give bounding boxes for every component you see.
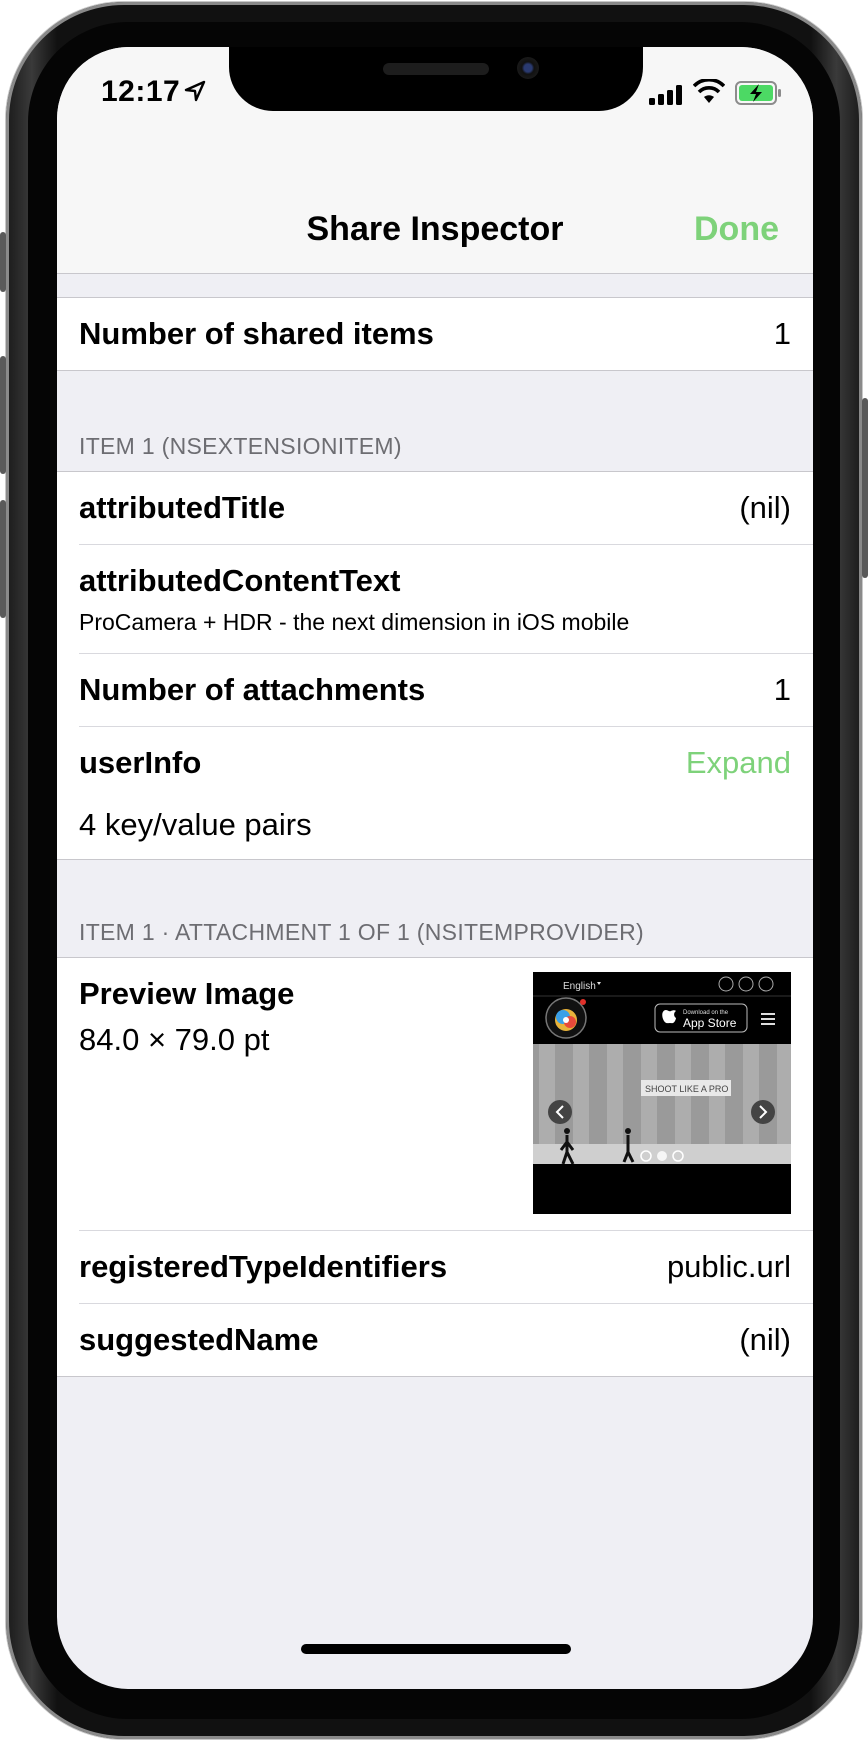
suggested-name-value: (nil) (739, 1322, 791, 1357)
attributed-title-value: (nil) (739, 490, 791, 525)
battery-charging-icon (735, 81, 781, 105)
screen: 12:17 Share Inspector Done Number of sha… (57, 47, 813, 1689)
attributed-content-value: ProCamera + HDR - the next dimension in … (79, 609, 630, 635)
volume-down-button (0, 500, 6, 618)
speaker-grille (383, 63, 489, 75)
thumb-language: English (563, 981, 596, 992)
user-info-detail: 4 key/value pairs (79, 807, 312, 842)
shared-items-label: Number of shared items (79, 316, 434, 351)
shared-items-row: Number of shared items 1 (79, 298, 813, 370)
notch (229, 47, 643, 111)
location-arrow-icon (184, 80, 206, 102)
attributed-title-row: attributedTitle (nil) (79, 472, 813, 545)
navigation-bar: Share Inspector Done (57, 143, 813, 274)
thumbnail-art: English Download on the App Store SHOOT … (533, 972, 791, 1214)
volume-up-button (0, 356, 6, 474)
attachment-group: Preview Image 84.0 × 79.0 pt English Dow… (57, 957, 813, 1377)
attachments-value: 1 (773, 672, 791, 707)
thumb-caption: SHOOT LIKE A PRO (645, 1084, 728, 1094)
attachments-row: Number of attachments 1 (79, 654, 813, 727)
user-info-row: userInfo Expand 4 key/value pairs (79, 727, 813, 859)
preview-image-thumbnail[interactable]: English Download on the App Store SHOOT … (533, 972, 791, 1214)
attachment-section-header: ITEM 1 · ATTACHMENT 1 OF 1 (NSITEMPROVID… (79, 919, 644, 945)
attributed-content-label: attributedContentText (79, 563, 401, 598)
cellular-signal-icon (649, 85, 682, 105)
preview-image-size: 84.0 × 79.0 pt (79, 1022, 270, 1057)
attachments-label: Number of attachments (79, 672, 426, 707)
front-camera (517, 57, 539, 79)
thumb-store-big: App Store (683, 1016, 737, 1030)
preview-image-label: Preview Image (79, 976, 295, 1011)
power-button (862, 398, 868, 578)
summary-group: Number of shared items 1 (57, 297, 813, 371)
preview-image-row: Preview Image 84.0 × 79.0 pt English Dow… (79, 958, 813, 1231)
suggested-name-row: suggestedName (nil) (79, 1304, 813, 1376)
expand-button[interactable]: Expand (686, 745, 791, 781)
registered-types-value: public.url (666, 1249, 791, 1284)
item-section-header: ITEM 1 (NSEXTENSIONITEM) (79, 433, 402, 459)
done-button[interactable]: Done (694, 209, 779, 249)
item-group: attributedTitle (nil) attributedContentT… (57, 471, 813, 860)
side-switch (0, 232, 6, 292)
registered-types-row: registeredTypeIdentifiers public.url (79, 1231, 813, 1304)
status-time: 12:17 (101, 75, 181, 108)
user-info-label: userInfo (79, 745, 202, 780)
shared-items-value: 1 (773, 316, 791, 351)
attributed-title-label: attributedTitle (79, 490, 286, 525)
home-indicator[interactable] (301, 1644, 571, 1654)
wifi-icon (693, 79, 725, 103)
attributed-content-row: attributedContentText ProCamera + HDR - … (79, 545, 813, 654)
suggested-name-label: suggestedName (79, 1322, 319, 1357)
registered-types-label: registeredTypeIdentifiers (79, 1249, 448, 1284)
